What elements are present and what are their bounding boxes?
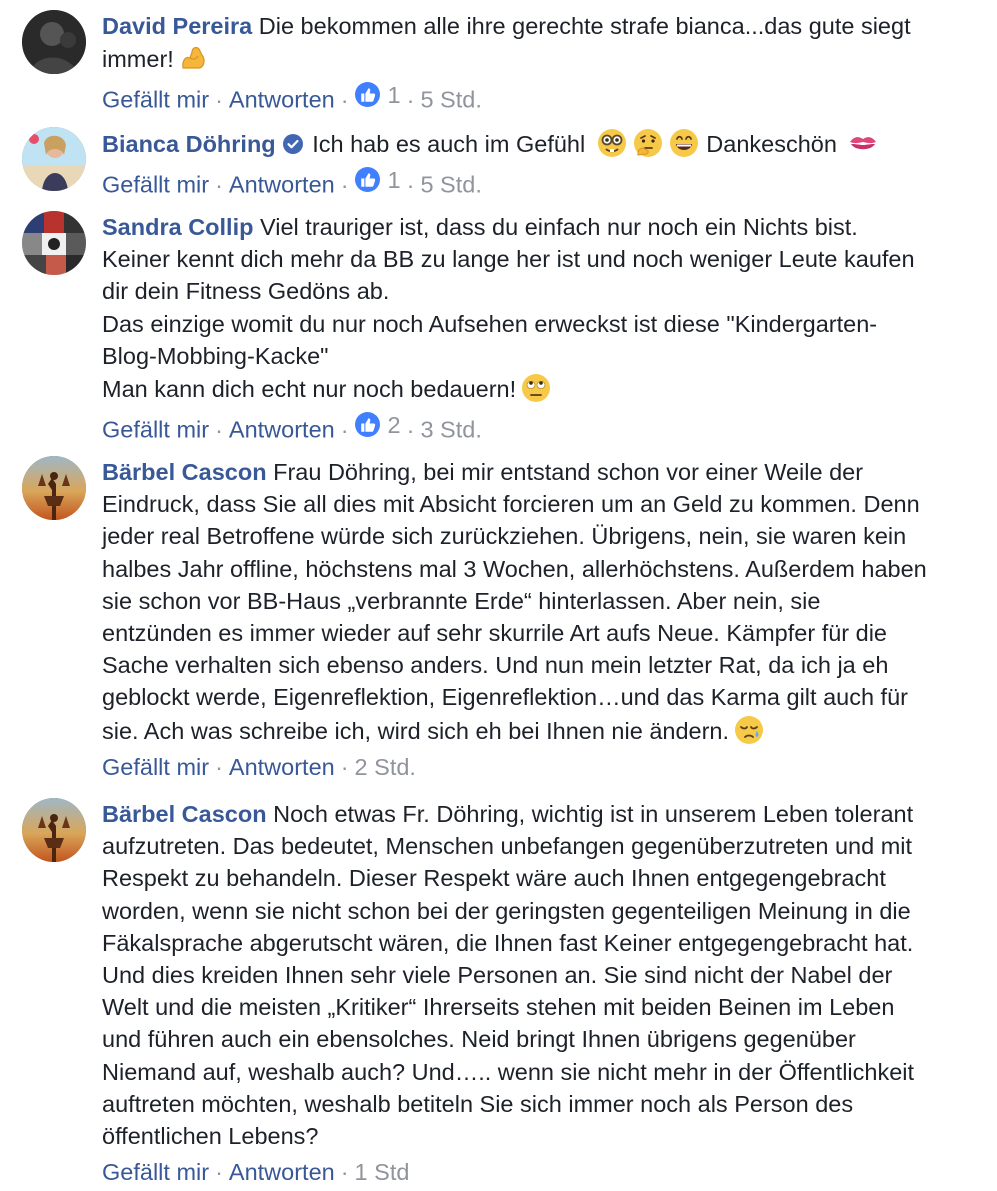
eye-roll-face-icon	[520, 372, 552, 404]
comment-text: sie. Ach was schreibe ich, wird sich eh …	[102, 717, 730, 744]
avatar[interactable]	[22, 798, 86, 862]
comment-text: Niemand auf, weshalb auch? Und….. wenn s…	[102, 1058, 915, 1085]
comment-author[interactable]: David Pereira	[102, 13, 252, 39]
comment-text: Die bekommen alle ihre gerechte strafe b…	[258, 13, 911, 39]
thumbs-up-icon	[354, 411, 380, 437]
sleepy-face-icon	[733, 714, 765, 746]
comment-actions: Gefällt mir · Antworten · 1 Std	[102, 1156, 957, 1188]
comment-text: Keiner kennt dich mehr da BB zu lange he…	[102, 246, 915, 273]
comment-text: Fäkalsprache abgerutscht wären, die Ihne…	[102, 929, 914, 956]
comment-text: halbes Jahr offline, höchstens mal 3 Woc…	[102, 555, 927, 582]
timestamp[interactable]: 3 Std.	[420, 417, 481, 443]
reply-link[interactable]: Antworten	[229, 87, 335, 113]
separator: ·	[340, 1159, 349, 1186]
comment-text: Blog-Mobbing-Kacke"	[102, 342, 329, 369]
comment-text: Frau Döhring, bei mir entstand schon vor…	[273, 459, 864, 485]
comment-text: Man kann dich echt nur noch bedauern!	[102, 376, 517, 403]
comment-text: sie schon vor BB-Haus „verbrannte Erde“ …	[102, 587, 821, 614]
reply-link[interactable]: Antworten	[229, 172, 335, 198]
separator: ·	[406, 416, 415, 443]
like-link[interactable]: Gefällt mir	[102, 417, 209, 443]
comment-body: Bärbel Cascon Frau Döhring, bei mir ents…	[102, 456, 957, 783]
separator: ·	[215, 753, 223, 780]
comment-text: jeder real Betroffene würde sich zurückz…	[102, 523, 907, 550]
comment-text: Ich hab es auch im Gefühl	[312, 131, 586, 157]
comment-actions: Gefällt mir · Antworten · 2 · 3 Std.	[102, 409, 957, 446]
reaction-count[interactable]: 2	[354, 409, 401, 441]
comment-text: dir dein Fitness Gedöns ab.	[102, 278, 390, 305]
reaction-count[interactable]: 1	[354, 164, 401, 196]
comment-text: Und dies kreiden Ihnen sehr viele Person…	[102, 962, 893, 989]
separator: ·	[215, 416, 223, 443]
avatar[interactable]	[22, 456, 86, 520]
timestamp[interactable]: 1 Std	[355, 1159, 410, 1185]
comment-author[interactable]: Bianca Döhring	[102, 131, 276, 157]
comment-author[interactable]: Sandra Collip	[102, 214, 253, 240]
comment-author[interactable]: Bärbel Cascon	[102, 801, 267, 827]
comment-text: worden, wenn sie nicht schon bei der ger…	[102, 897, 911, 924]
comment-text: Das einzige womit du nur noch Aufsehen e…	[102, 310, 878, 337]
thumbs-up-icon	[354, 81, 380, 107]
comment-body: David Pereira Die bekommen alle ihre ger…	[102, 10, 957, 116]
grinning-face-icon	[668, 127, 700, 159]
verified-badge-icon	[282, 131, 304, 154]
like-link[interactable]: Gefällt mir	[102, 1159, 209, 1185]
comment-author[interactable]: Bärbel Cascon	[102, 459, 267, 485]
comment-text: Sache verhalten sich ebenso anders. Und …	[102, 652, 889, 679]
flexed-biceps-icon	[178, 42, 210, 74]
comment-text: geblockt werde, Eigenreflektion, Eigenre…	[102, 684, 908, 711]
comment-text: Respekt zu behandeln. Dieser Respekt wär…	[102, 865, 886, 892]
comment-actions: Gefällt mir · Antworten · 1 · 5 Std.	[102, 164, 957, 201]
comment-list: David Pereira Die bekommen alle ihre ger…	[0, 0, 997, 1191]
comment-body: Bärbel Cascon Noch etwas Fr. Döhring, wi…	[102, 798, 957, 1188]
thinking-face-icon	[632, 127, 664, 159]
reply-link[interactable]: Antworten	[229, 1159, 335, 1185]
comment-text: aufzutreten. Das bedeutet, Menschen unbe…	[102, 833, 913, 860]
separator: ·	[340, 86, 349, 113]
comment-text: auftreten möchten, weshalb betiteln Sie …	[102, 1090, 854, 1117]
timestamp[interactable]: 5 Std.	[420, 87, 481, 113]
avatar[interactable]	[22, 211, 86, 275]
reply-link[interactable]: Antworten	[229, 754, 335, 780]
comment-text: Viel trauriger ist, dass du einfach nur …	[260, 214, 858, 240]
like-link[interactable]: Gefällt mir	[102, 87, 209, 113]
separator: ·	[406, 171, 415, 198]
comment-actions: Gefällt mir · Antworten · 1 · 5 Std.	[102, 79, 957, 116]
comment-actions: Gefällt mir · Antworten · 2 Std.	[102, 751, 957, 783]
kiss-mark-icon	[847, 127, 879, 159]
separator: ·	[215, 86, 223, 113]
avatar[interactable]	[22, 10, 86, 74]
like-link[interactable]: Gefällt mir	[102, 754, 209, 780]
like-link[interactable]: Gefällt mir	[102, 172, 209, 198]
comment-text: Noch etwas Fr. Döhring, wichtig ist in u…	[273, 801, 914, 827]
separator: ·	[340, 171, 349, 198]
separator: ·	[406, 86, 415, 113]
comment-text: immer!	[102, 46, 174, 73]
comment-body: Sandra Collip Viel trauriger ist, dass d…	[102, 211, 957, 446]
timestamp[interactable]: 2 Std.	[355, 754, 416, 780]
nerd-face-icon	[596, 127, 628, 159]
separator: ·	[215, 1159, 223, 1186]
comment-text: und führen auch ein ebensolches. Neid br…	[102, 1026, 856, 1053]
reply-link[interactable]: Antworten	[229, 417, 335, 443]
comment-text: entzünden es immer wieder auf sehr skurr…	[102, 620, 888, 647]
comment-body: Bianca Döhring Ich hab es auch im Gefühl…	[102, 127, 957, 201]
separator: ·	[340, 753, 349, 780]
timestamp[interactable]: 5 Std.	[420, 172, 481, 198]
comment-text: Eindruck, dass Sie all dies mit Absicht …	[102, 491, 920, 518]
comment-text: öffentlichen Lebens?	[102, 1123, 319, 1150]
separator: ·	[215, 171, 223, 198]
thumbs-up-icon	[354, 166, 380, 192]
comment-text: Dankeschön	[706, 131, 837, 157]
comment-text: Welt und die meisten „Kritiker“ Ihrersei…	[102, 994, 895, 1021]
avatar[interactable]	[22, 127, 86, 191]
separator: ·	[340, 416, 349, 443]
reaction-count[interactable]: 1	[354, 79, 401, 111]
